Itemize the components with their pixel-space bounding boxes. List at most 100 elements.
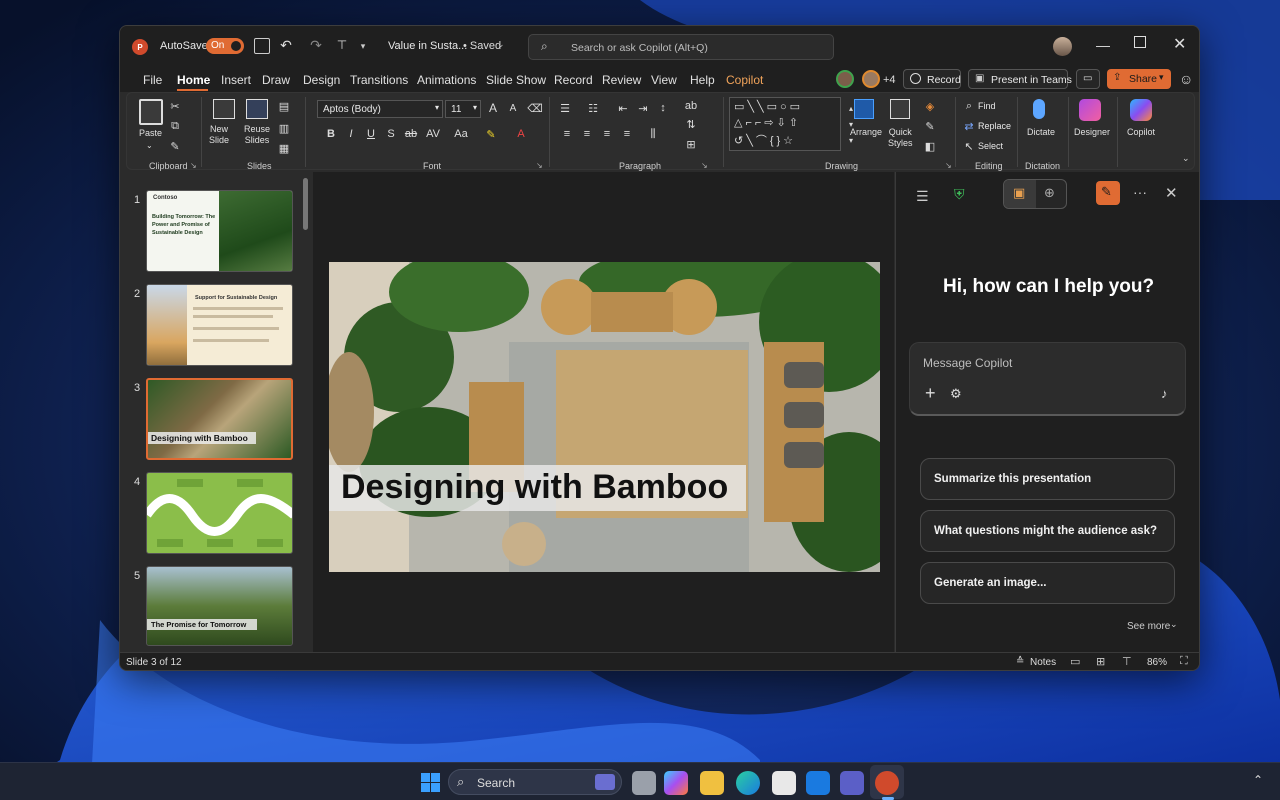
normal-view-icon[interactable]: ▭ <box>1070 655 1080 668</box>
m365-copilot-icon[interactable] <box>664 771 688 795</box>
smartart-icon[interactable]: ⊞ <box>683 137 699 151</box>
replace-icon[interactable]: ⇄ <box>961 119 977 133</box>
find-icon[interactable]: ⌕ <box>961 99 977 113</box>
settings-sliders-icon[interactable]: ⚙ <box>950 386 962 402</box>
copilot-icon[interactable] <box>1130 99 1152 121</box>
tab-transitions[interactable]: Transitions <box>350 73 408 87</box>
highlight-icon[interactable]: ✎ <box>483 127 499 141</box>
close-pane-icon[interactable]: ✕ <box>1165 184 1178 202</box>
message-placeholder[interactable]: Message Copilot <box>923 356 1012 370</box>
copilot-label[interactable]: Copilot <box>1127 127 1155 137</box>
change-case-icon[interactable]: Aa <box>453 127 469 141</box>
share-button[interactable]: ⇪ Share ▾ <box>1107 69 1171 89</box>
redo-icon[interactable]: ↷ <box>308 37 324 53</box>
collaborator-avatar[interactable] <box>862 70 880 88</box>
justify-icon[interactable]: ≡ <box>619 127 635 141</box>
doc-menu-chevron-icon[interactable]: ⌄ <box>497 39 505 50</box>
tab-animations[interactable]: Animations <box>417 73 476 87</box>
font-name-dropdown[interactable]: Aptos (Body) ▾ <box>317 100 443 118</box>
fit-to-window-icon[interactable]: ⛶ <box>1180 655 1188 668</box>
section-icon[interactable]: ▦ <box>276 141 292 155</box>
dictate-label[interactable]: Dictate <box>1027 127 1055 137</box>
tab-design[interactable]: Design <box>303 73 340 87</box>
present-from-start-icon[interactable]: ⊤ <box>334 37 350 53</box>
new-slide-icon[interactable] <box>213 99 235 119</box>
tab-home[interactable]: Home <box>177 73 210 87</box>
columns-icon[interactable]: ⫼ <box>645 127 661 141</box>
shapes-row-icon[interactable]: ▭╲╲▭○▭ <box>734 100 803 113</box>
slide-thumbnail[interactable]: Contoso Building Tomorrow: The Power and… <box>146 190 293 272</box>
quick-styles-label[interactable]: Quick Styles <box>888 127 913 149</box>
shape-fill-icon[interactable]: ◈ <box>922 99 938 113</box>
tab-draw[interactable]: Draw <box>262 73 290 87</box>
more-options-icon[interactable]: ··· <box>1133 184 1147 200</box>
customize-qat-icon[interactable]: ▾ <box>358 38 368 54</box>
tab-file[interactable]: File <box>143 73 162 87</box>
taskbar-search[interactable]: ⌕ Search <box>448 769 622 795</box>
coaching-icon[interactable]: ☺ <box>1179 71 1193 87</box>
replace-label[interactable]: Replace <box>978 121 1011 131</box>
slide-title[interactable]: Designing with Bamboo <box>341 468 728 507</box>
shadow-icon[interactable]: S <box>383 127 399 141</box>
align-right-icon[interactable]: ≡ <box>599 127 615 141</box>
outlook-icon[interactable] <box>806 771 830 795</box>
document-title[interactable]: Value in Susta... <box>388 40 467 52</box>
tab-view[interactable]: View <box>651 73 677 87</box>
align-left-icon[interactable]: ≡ <box>559 127 575 141</box>
line-spacing-icon[interactable]: ↕ <box>655 101 671 115</box>
tab-insert[interactable]: Insert <box>221 73 251 87</box>
new-slide-label[interactable]: New Slide <box>209 124 229 146</box>
account-avatar[interactable] <box>1053 37 1072 56</box>
zoom-level[interactable]: 86% <box>1147 657 1167 668</box>
menu-icon[interactable]: ☰ <box>916 188 929 205</box>
character-spacing-icon[interactable]: AV <box>425 127 441 141</box>
shapes-gallery[interactable]: ▭╲╲▭○▭ △⌐⌐⇨⇩⇧ ↺╲⌒{}☆ <box>729 97 841 151</box>
layout-icon[interactable]: ▤ <box>276 99 292 113</box>
dialog-launcher-icon[interactable]: ↘ <box>701 161 708 170</box>
slide-thumbnail-selected[interactable]: Designing with Bamboo <box>146 378 293 460</box>
slide-thumbnail[interactable] <box>146 472 293 554</box>
text-direction-icon[interactable]: ab <box>683 99 699 113</box>
record-button[interactable]: Record <box>903 69 961 89</box>
current-slide[interactable]: Designing with Bamboo <box>329 262 880 572</box>
shield-check-icon[interactable]: ⛨ <box>954 186 965 203</box>
tab-help[interactable]: Help <box>690 73 715 87</box>
suggestion-button[interactable]: Summarize this presentation <box>920 458 1175 500</box>
dialog-launcher-icon[interactable]: ↘ <box>945 161 952 170</box>
paste-label[interactable]: Paste <box>139 128 162 138</box>
numbering-icon[interactable]: ☷ <box>585 101 601 115</box>
web-globe-icon[interactable]: ⊕ <box>1044 185 1055 201</box>
store-icon[interactable] <box>772 771 796 795</box>
slideshow-view-icon[interactable]: ⊤ <box>1122 655 1132 668</box>
reset-icon[interactable]: ▥ <box>276 121 292 135</box>
autosave-toggle[interactable]: On <box>206 38 244 54</box>
find-label[interactable]: Find <box>978 101 996 111</box>
add-attachment-icon[interactable]: + <box>925 383 936 404</box>
bullets-icon[interactable]: ☰ <box>557 101 573 115</box>
arrange-icon[interactable] <box>854 99 874 119</box>
mode-switch[interactable]: ▣ ⊕ <box>1003 179 1067 209</box>
paste-chevron-icon[interactable]: ⌄ <box>146 141 153 150</box>
select-icon[interactable]: ↖ <box>961 139 977 153</box>
font-size-dropdown[interactable]: 11 ▾ <box>445 100 481 118</box>
comments-button[interactable]: ▭ <box>1076 69 1100 89</box>
notes-button[interactable]: Notes <box>1030 657 1056 668</box>
new-chat-button[interactable]: ✎ <box>1096 181 1120 205</box>
tab-review[interactable]: Review <box>602 73 641 87</box>
thumbnail-scrollbar[interactable] <box>303 178 308 230</box>
tab-copilot[interactable]: Copilot <box>726 73 763 87</box>
slide-thumbnail[interactable]: Support for Sustainable Design <box>146 284 293 366</box>
copilot-message-box[interactable]: Message Copilot + ⚙ ♪ <box>909 342 1186 416</box>
shapes-row-icon[interactable]: ↺╲⌒{}☆ <box>734 132 796 148</box>
decrease-font-icon[interactable]: A <box>505 101 521 115</box>
start-icon[interactable] <box>419 771 443 795</box>
cut-icon[interactable]: ✂ <box>167 99 183 113</box>
clear-formatting-icon[interactable]: ⌫ <box>527 101 543 115</box>
underline-icon[interactable]: U <box>363 127 379 141</box>
collapse-ribbon-icon[interactable]: ⌄ <box>1182 153 1190 164</box>
chevron-down-icon[interactable]: ⌄ <box>1170 619 1178 630</box>
paste-icon[interactable] <box>139 99 163 125</box>
edge-icon[interactable] <box>736 771 760 795</box>
quick-styles-icon[interactable] <box>890 99 910 119</box>
save-icon[interactable] <box>254 38 270 54</box>
